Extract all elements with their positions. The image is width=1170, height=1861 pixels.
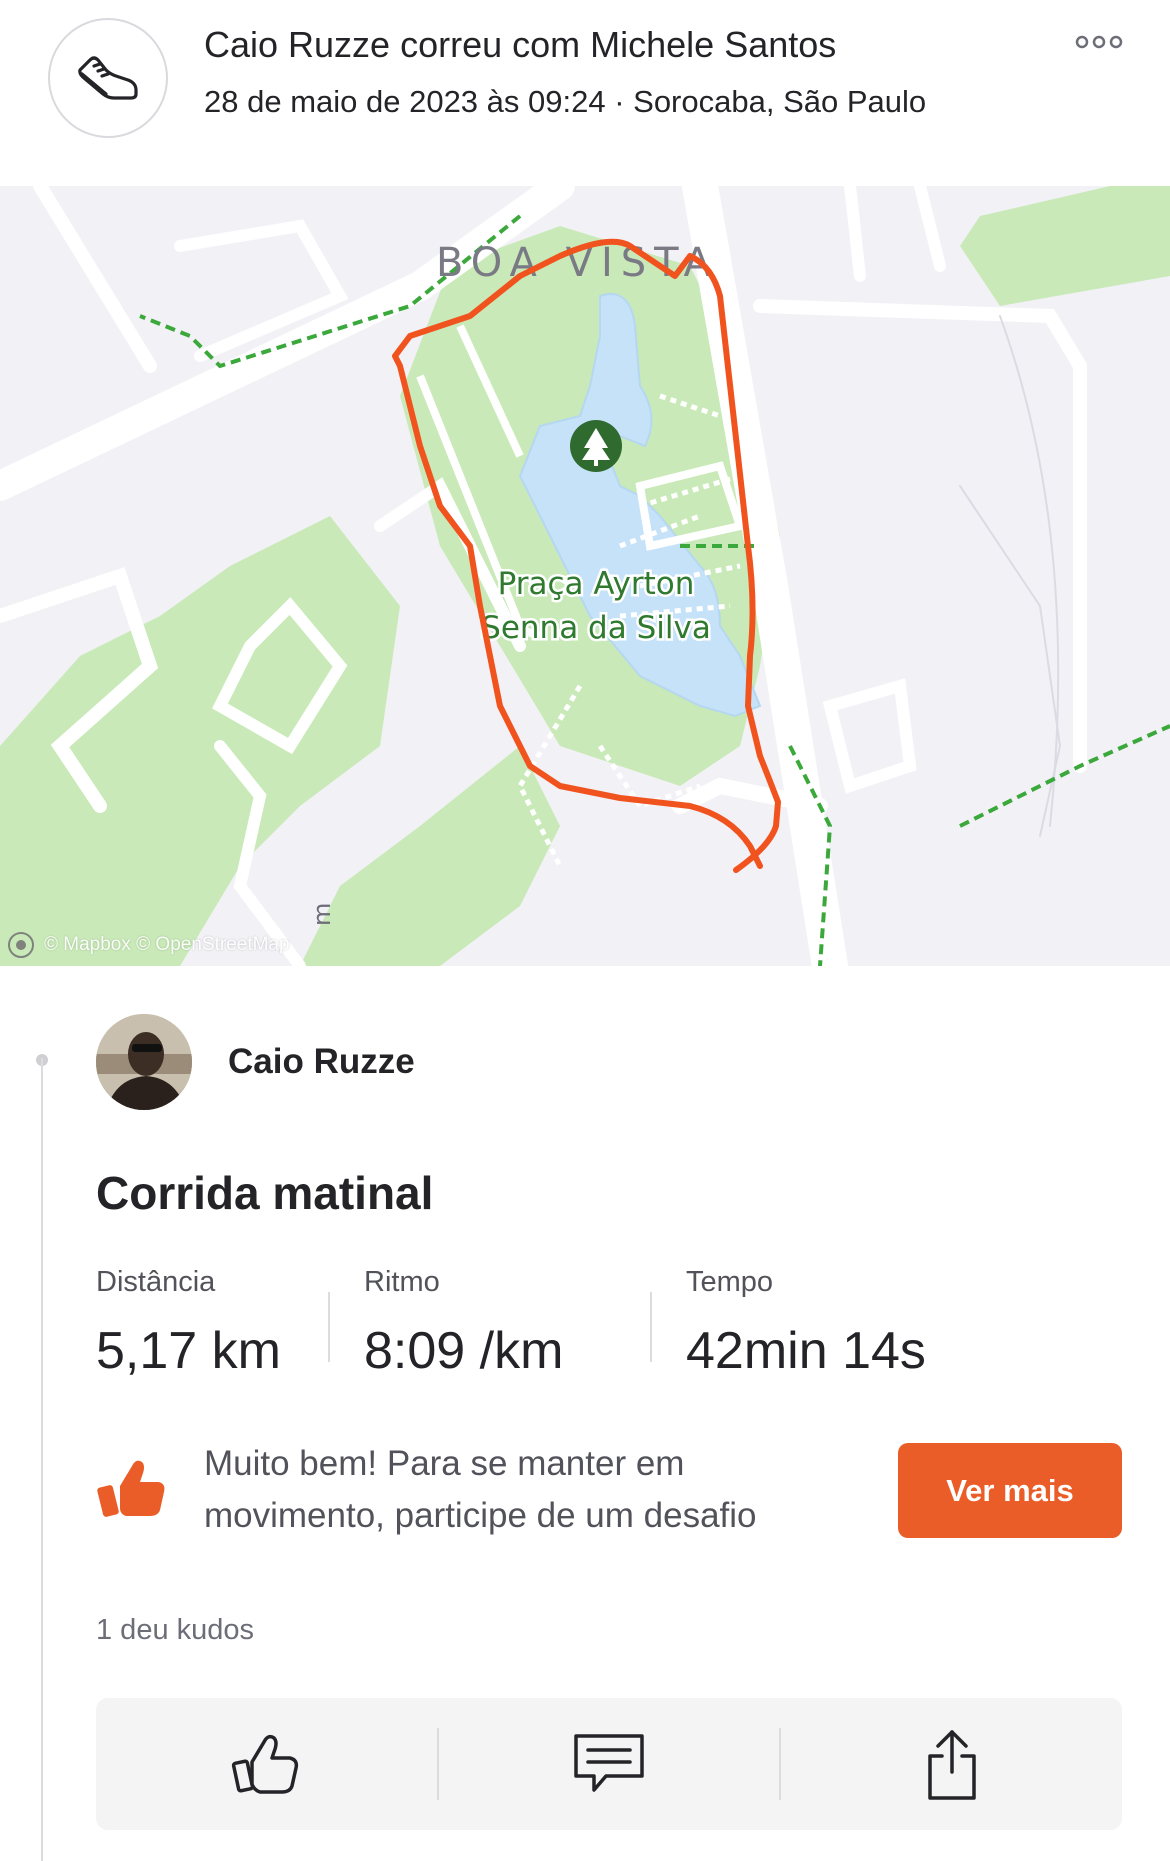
kudos-count[interactable]: 1 deu kudos — [96, 1614, 254, 1647]
athlete-name[interactable]: Caio Ruzze — [228, 1042, 415, 1082]
stat-value: 5,17 km — [96, 1322, 281, 1380]
kudos-icon — [232, 1734, 299, 1794]
comment-icon — [574, 1734, 644, 1792]
stat-value: 8:09 /km — [364, 1322, 564, 1380]
stat-divider — [650, 1292, 652, 1362]
running-shoe-icon — [78, 56, 138, 100]
stat-value: 42min 14s — [686, 1322, 926, 1380]
stat-label: Ritmo — [364, 1266, 440, 1298]
map-park-label-line1: Praça Ayrton — [498, 566, 695, 602]
mapbox-logo-icon — [8, 932, 34, 958]
activity-date-location: 28 de maio de 2023 às 09:24 · Sorocaba, … — [204, 84, 927, 119]
timeline-line — [41, 1058, 43, 1861]
thumbs-up-icon — [96, 1452, 168, 1524]
activity-title[interactable]: Corrida matinal — [96, 1166, 433, 1220]
stat-distance: Distância 5,17 km — [96, 1266, 281, 1381]
activity-header-title: Caio Ruzze correu com Michele Santos — [204, 24, 837, 65]
stat-label: Distância — [96, 1266, 216, 1298]
more-options-button[interactable] — [1066, 24, 1132, 60]
avatar[interactable] — [96, 1014, 192, 1110]
map-attribution: © Mapbox © OpenStreetMap — [8, 932, 290, 958]
promo-message: Muito bem! Para se manter em movimento, … — [204, 1444, 757, 1535]
map-attribution-text: © Mapbox © OpenStreetMap — [44, 934, 290, 955]
stat-divider — [328, 1292, 330, 1362]
map-park-label-line2: Senna da Silva — [481, 610, 711, 646]
action-bar — [96, 1698, 1122, 1830]
stat-label: Tempo — [686, 1266, 774, 1298]
more-horizontal-icon — [1075, 35, 1123, 49]
stat-time: Tempo 42min 14s — [686, 1266, 926, 1381]
share-icon — [927, 1730, 976, 1800]
sport-badge — [48, 18, 168, 138]
comment-button[interactable] — [439, 1698, 780, 1830]
ver-mais-button[interactable]: Ver mais — [898, 1443, 1122, 1538]
map-scale-label: m — [308, 903, 336, 926]
share-button[interactable] — [781, 1698, 1122, 1830]
route-map[interactable]: BOA VISTA Praça Ayrton Senna da Silva m … — [0, 186, 1170, 966]
stat-pace: Ritmo 8:09 /km — [364, 1266, 563, 1381]
kudos-button[interactable] — [96, 1698, 437, 1830]
activity-header: Caio Ruzze correu com Michele Santos 28 … — [0, 0, 1170, 186]
